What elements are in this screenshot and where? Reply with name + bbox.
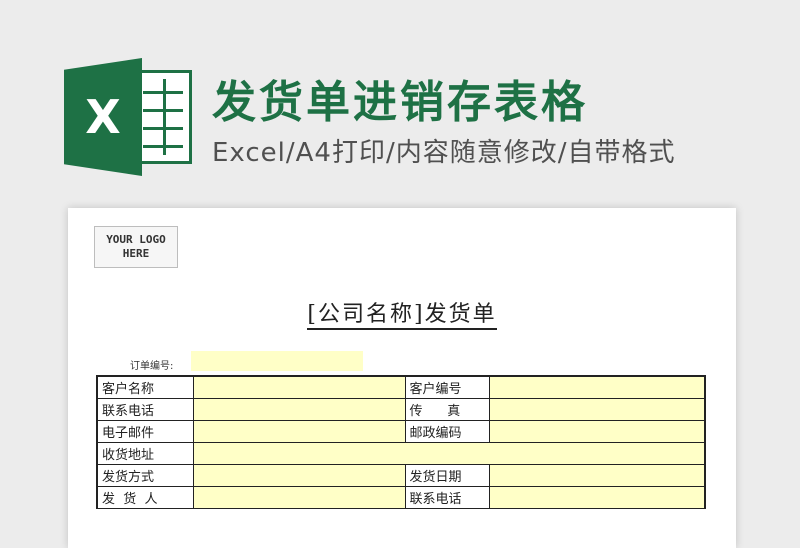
form-label: 客户编号 [404,375,490,399]
customer-id-field[interactable] [488,375,706,399]
form-label: 客户名称 [96,375,194,399]
form-label: 传 真 [404,397,490,421]
form-label: 邮政编码 [404,419,490,443]
ship-date-field[interactable] [488,463,706,487]
shipping-method-field[interactable] [192,463,406,487]
shipping-address-field[interactable] [192,441,706,465]
document-preview: YOUR LOGO HERE [公司名称]发货单 订单编号: 客户名称 客户编号… [68,208,736,548]
logo-placeholder-line1: YOUR LOGO [106,233,166,246]
table-row: 发货方式 发货日期 [96,463,706,487]
logo-placeholder-line2: HERE [122,247,150,260]
table-row: 收货地址 [96,441,706,465]
order-number-field[interactable] [191,351,363,371]
customer-name-field[interactable] [192,375,406,399]
document-title: [公司名称]发货单 [68,296,736,330]
postal-code-field[interactable] [488,419,706,443]
logo-placeholder: YOUR LOGO HERE [94,226,178,268]
form-label: 收货地址 [96,441,194,465]
page-title: 发货单进销存表格 [212,77,588,128]
form-label: 发货方式 [96,463,194,487]
form-label: 电子邮件 [96,419,194,443]
excel-logo-icon: X [64,58,196,180]
excel-x-letter: X [64,58,142,176]
table-row: 联系电话 传 真 [96,397,706,421]
table-row: 客户名称 客户编号 [96,375,706,399]
form-label: 发货日期 [404,463,490,487]
order-number-label: 订单编号: [130,361,174,372]
table-row: 电子邮件 邮政编码 [96,419,706,443]
table-row: 发 货 人 联系电话 [96,485,706,509]
document-title-text: [公司名称]发货单 [307,302,497,330]
fax-field[interactable] [488,397,706,421]
phone-field[interactable] [192,397,406,421]
page-subtitle: Excel/A4打印/内容随意修改/自带格式 [212,138,676,168]
form-label: 联系电话 [404,485,490,509]
spreadsheet-grid-icon [134,70,192,164]
shipper-phone-field[interactable] [488,485,706,509]
form-label: 联系电话 [96,397,194,421]
form-label: 发 货 人 [96,485,194,509]
email-field[interactable] [192,419,406,443]
shipping-form-table: 客户名称 客户编号 联系电话 传 真 电子邮件 邮政编码 收货地址 发货方式 发… [96,375,706,509]
shipper-field[interactable] [192,485,406,509]
